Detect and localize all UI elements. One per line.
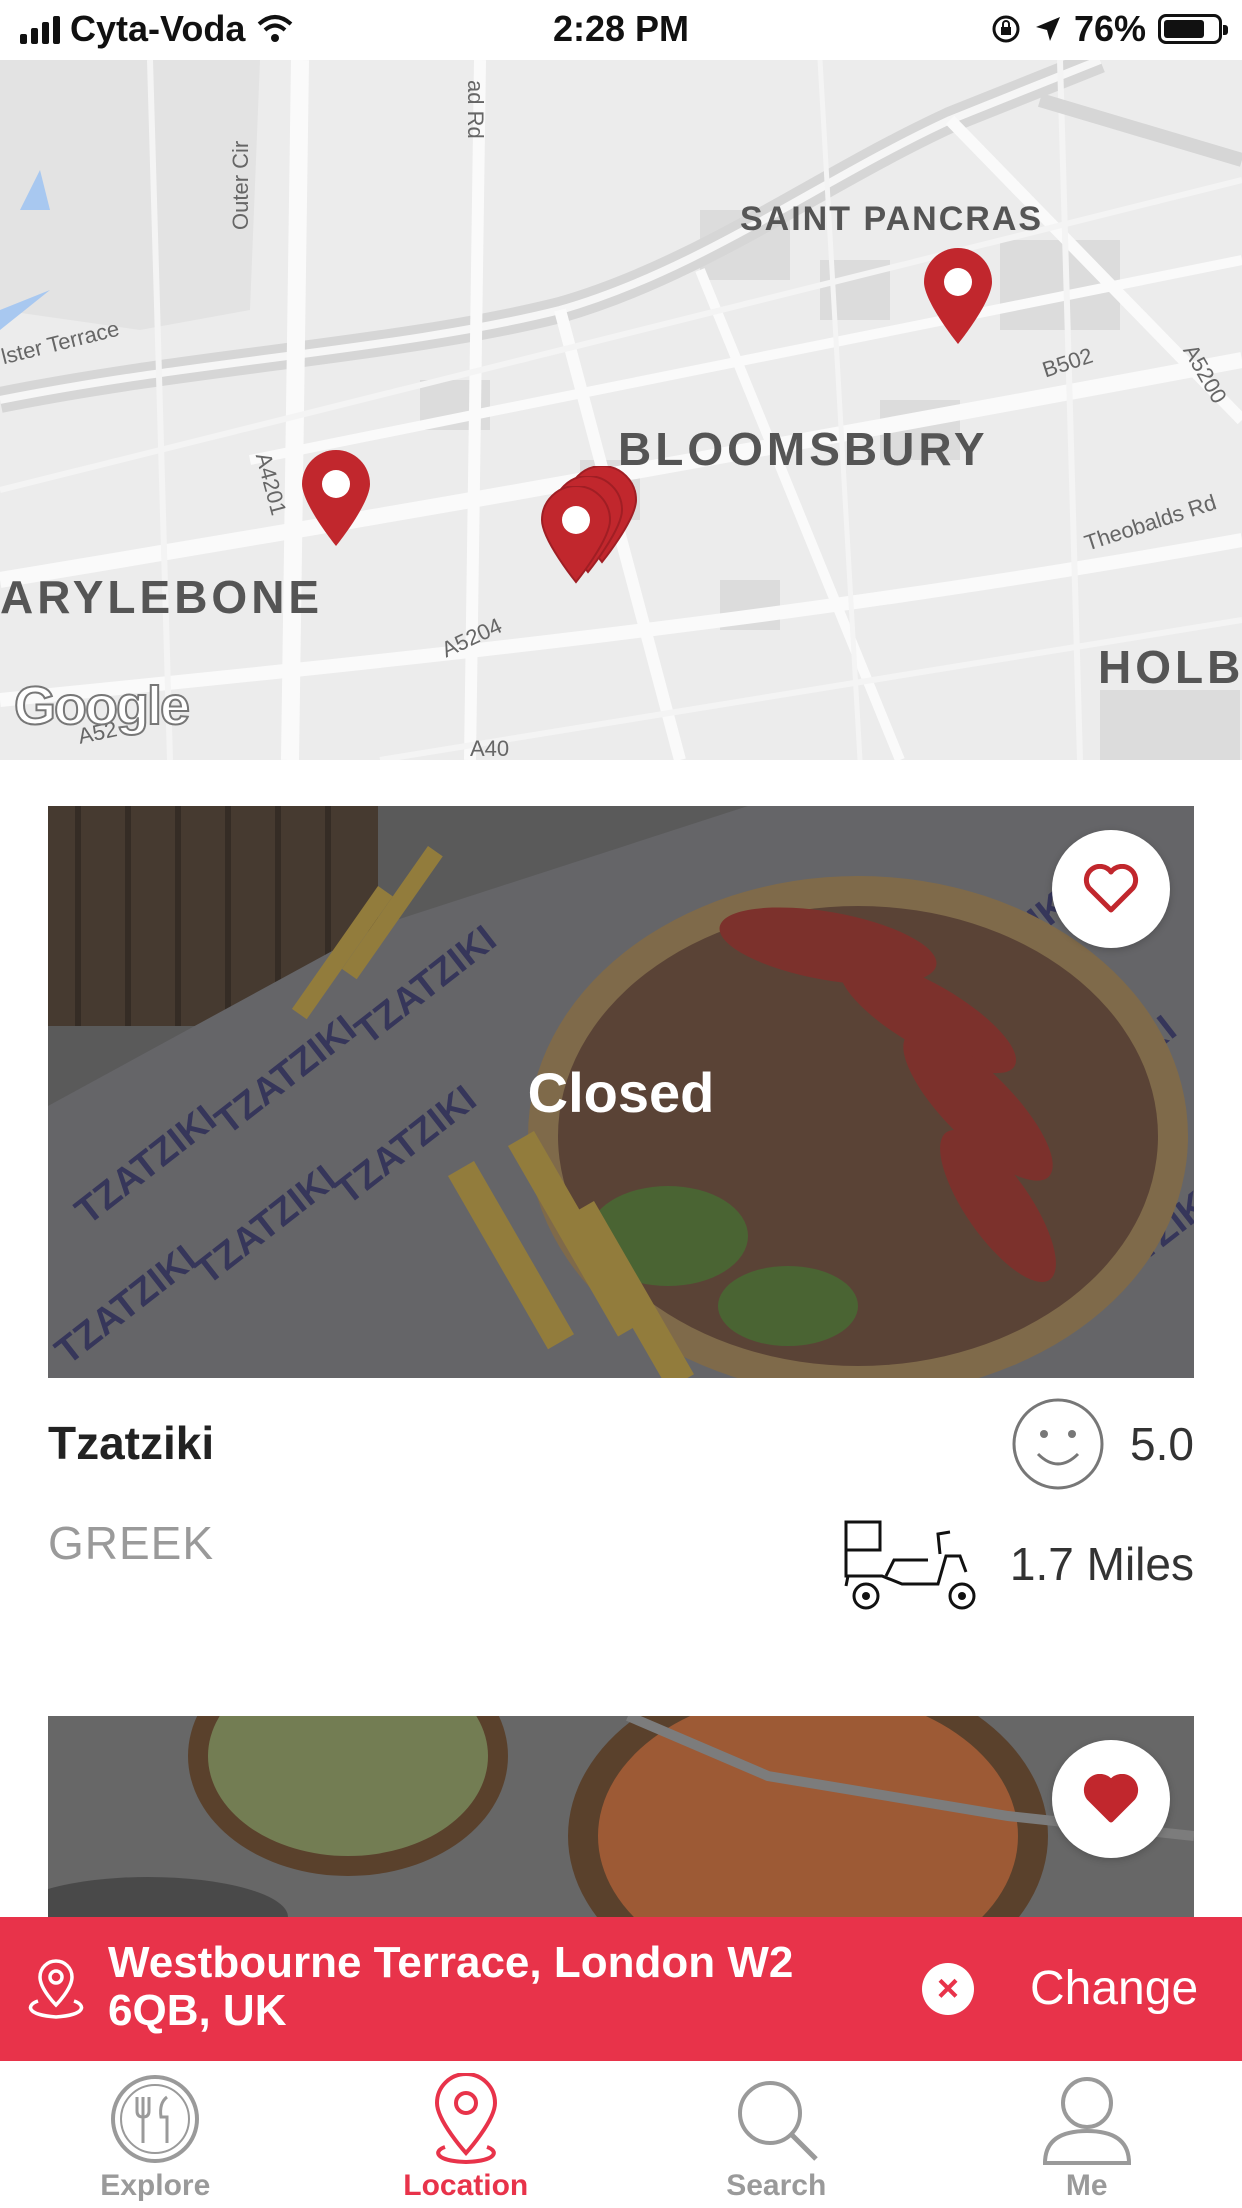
location-arrow-icon — [1035, 17, 1060, 41]
map-area-label: HOLB — [1098, 641, 1242, 693]
map-area-label: ARYLEBONE — [0, 571, 324, 623]
restaurant-image[interactable]: TZATZIKI TZATZIKI TZATZIKI TZATZIKI TZAT… — [48, 806, 1194, 1378]
close-icon: × — [936, 1967, 960, 2010]
delivery-distance: 1.7 Miles — [842, 1516, 1194, 1612]
food-photo — [48, 1716, 1194, 1917]
tab-label: Explore — [100, 2169, 211, 2202]
rating: 5.0 — [1010, 1396, 1194, 1492]
location-bar: Westbourne Terrace, London W2 6QB, UK × … — [0, 1917, 1242, 2061]
scooter-icon — [844, 1520, 976, 1610]
heart-filled-icon — [1083, 1774, 1139, 1823]
distance-value: 1.7 Miles — [1009, 1538, 1194, 1590]
user-icon — [1042, 2077, 1131, 2165]
tab-search[interactable]: Search — [621, 2061, 932, 2208]
tab-location[interactable]: Location — [311, 2061, 622, 2208]
battery-percent: 76% — [1073, 8, 1146, 49]
map-pin-icon[interactable] — [300, 450, 372, 548]
battery-icon — [1158, 14, 1228, 44]
map-pin-icon[interactable] — [540, 486, 612, 584]
location-pin-icon — [28, 1959, 84, 2019]
clear-address-button[interactable]: × — [922, 1963, 974, 2015]
favorite-button[interactable] — [1052, 1740, 1170, 1858]
cutlery-icon — [111, 2075, 200, 2163]
closed-status: Closed — [527, 1060, 715, 1124]
restaurant-card[interactable] — [48, 1716, 1194, 1917]
tab-label: Search — [726, 2169, 827, 2202]
rating-value: 5.0 — [1130, 1418, 1194, 1470]
restaurant-name: Tzatziki — [48, 1417, 215, 1469]
map-roads — [0, 60, 1242, 760]
tab-label: Me — [1065, 2169, 1108, 2202]
map-area-label: SAINT PANCRAS — [740, 200, 1044, 238]
tab-explore[interactable]: Explore — [0, 2061, 311, 2208]
search-icon — [738, 2081, 819, 2161]
restaurant-cuisine: GREEK — [48, 1517, 215, 1569]
road-label: Outer Cir — [228, 140, 253, 230]
status-right: 76% — [990, 8, 1228, 50]
road-label: ad Rd — [463, 80, 488, 139]
status-bar: Cyta-Voda 2:28 PM 76% — [0, 0, 1242, 60]
tab-bar: Explore Location Search Me — [0, 2061, 1242, 2208]
tab-me[interactable]: Me — [932, 2061, 1242, 2208]
road-label: A40 — [470, 736, 510, 760]
location-pin-icon — [434, 2073, 497, 2165]
orientation-lock-icon — [992, 15, 1020, 43]
smiley-face-icon — [1012, 1398, 1104, 1490]
map-pin-icon[interactable] — [922, 248, 994, 346]
heart-outline-icon — [1083, 864, 1139, 913]
restaurant-image[interactable] — [48, 1716, 1194, 1917]
change-location-button[interactable]: Change — [1030, 1961, 1198, 2016]
restaurant-card[interactable]: TZATZIKI TZATZIKI TZATZIKI TZATZIKI TZAT… — [48, 806, 1194, 1666]
map-area-label: BLOOMSBURY — [618, 423, 989, 475]
map-view[interactable]: SAINT PANCRAS BLOOMSBURY ARYLEBONE HOLB … — [0, 60, 1242, 760]
favorite-button[interactable] — [1052, 830, 1170, 948]
tab-label: Location — [403, 2169, 529, 2202]
current-address: Westbourne Terrace, London W2 6QB, UK — [108, 1938, 794, 2035]
google-logo: Google — [13, 675, 191, 737]
